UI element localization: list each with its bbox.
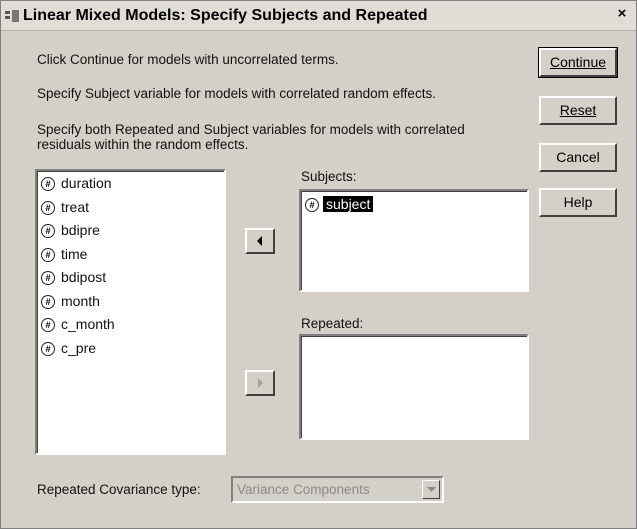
chevron-down-icon bbox=[427, 487, 436, 492]
scale-variable-icon: # bbox=[41, 318, 55, 332]
scale-variable-icon: # bbox=[41, 177, 55, 191]
list-item[interactable]: # month bbox=[37, 291, 224, 315]
scale-variable-icon: # bbox=[305, 198, 319, 212]
variable-name: c_month bbox=[61, 316, 115, 332]
list-item[interactable]: # treat bbox=[37, 197, 224, 221]
list-item[interactable]: # c_month bbox=[37, 314, 224, 338]
continue-button[interactable]: Continue bbox=[538, 47, 618, 78]
variable-name: treat bbox=[61, 198, 90, 215]
reset-button[interactable]: Reset bbox=[539, 96, 617, 125]
scale-variable-icon: # bbox=[41, 341, 55, 356]
variable-name: subject bbox=[323, 196, 374, 212]
arrow-right-icon bbox=[258, 378, 263, 388]
help-button[interactable]: Help bbox=[539, 188, 617, 217]
list-item[interactable]: # bdipost bbox=[37, 267, 224, 291]
variable-name: duration bbox=[61, 175, 112, 191]
reset-button-label: Reset bbox=[559, 102, 597, 118]
list-item[interactable]: # c_pre bbox=[37, 338, 224, 362]
covariance-dropdown-button[interactable] bbox=[422, 480, 440, 499]
variable-name: bdipost bbox=[61, 269, 107, 285]
spss-dialog-icon bbox=[5, 10, 19, 22]
instruction-uncorrelated: Click Continue for models with uncorrela… bbox=[37, 52, 339, 67]
scale-variable-icon: # bbox=[41, 224, 55, 238]
variable-name: c_pre bbox=[61, 339, 97, 356]
covariance-type-value: Variance Components bbox=[237, 482, 370, 497]
scale-variable-icon: # bbox=[41, 294, 55, 309]
scale-variable-icon: # bbox=[41, 271, 55, 285]
scale-variable-icon: # bbox=[41, 247, 55, 262]
repeated-list[interactable] bbox=[299, 334, 529, 440]
variable-name: bdipre bbox=[61, 222, 100, 238]
covariance-type-label: Repeated Covariance type: bbox=[37, 482, 201, 497]
subjects-label: Subjects: bbox=[301, 169, 357, 184]
instruction-repeated-line2: residuals within the random effects. bbox=[37, 137, 249, 152]
repeated-label: Repeated: bbox=[301, 316, 364, 331]
arrow-left-icon bbox=[257, 236, 262, 246]
cancel-button[interactable]: Cancel bbox=[539, 143, 617, 172]
list-item[interactable]: # duration bbox=[37, 173, 224, 197]
covariance-type-select[interactable]: Variance Components bbox=[231, 476, 444, 503]
list-item[interactable]: # bdipre bbox=[37, 220, 224, 244]
subjects-list[interactable]: # subject bbox=[299, 189, 529, 292]
dialog-window: Linear Mixed Models: Specify Subjects an… bbox=[0, 0, 637, 529]
move-to-subjects-button[interactable] bbox=[245, 228, 275, 254]
title-bar[interactable]: Linear Mixed Models: Specify Subjects an… bbox=[1, 1, 636, 31]
list-item[interactable]: # time bbox=[37, 244, 224, 268]
close-icon[interactable]: × bbox=[614, 6, 630, 22]
source-variable-list[interactable]: # duration # treat # bdipre # time # bdipost # mont… bbox=[35, 169, 226, 455]
scale-variable-icon: # bbox=[41, 200, 55, 215]
instruction-repeated-line1: Specify both Repeated and Subject variab… bbox=[37, 122, 465, 137]
instruction-subject: Specify Subject variable for models with… bbox=[37, 86, 436, 101]
continue-button-label: Continue bbox=[549, 54, 607, 70]
cancel-button-label: Cancel bbox=[556, 149, 600, 165]
help-button-label: Help bbox=[563, 194, 593, 210]
variable-name: month bbox=[61, 292, 100, 309]
list-item[interactable]: # subject bbox=[301, 194, 527, 218]
move-to-repeated-button[interactable] bbox=[245, 370, 275, 396]
window-title: Linear Mixed Models: Specify Subjects an… bbox=[23, 7, 428, 24]
variable-name: time bbox=[61, 245, 88, 262]
